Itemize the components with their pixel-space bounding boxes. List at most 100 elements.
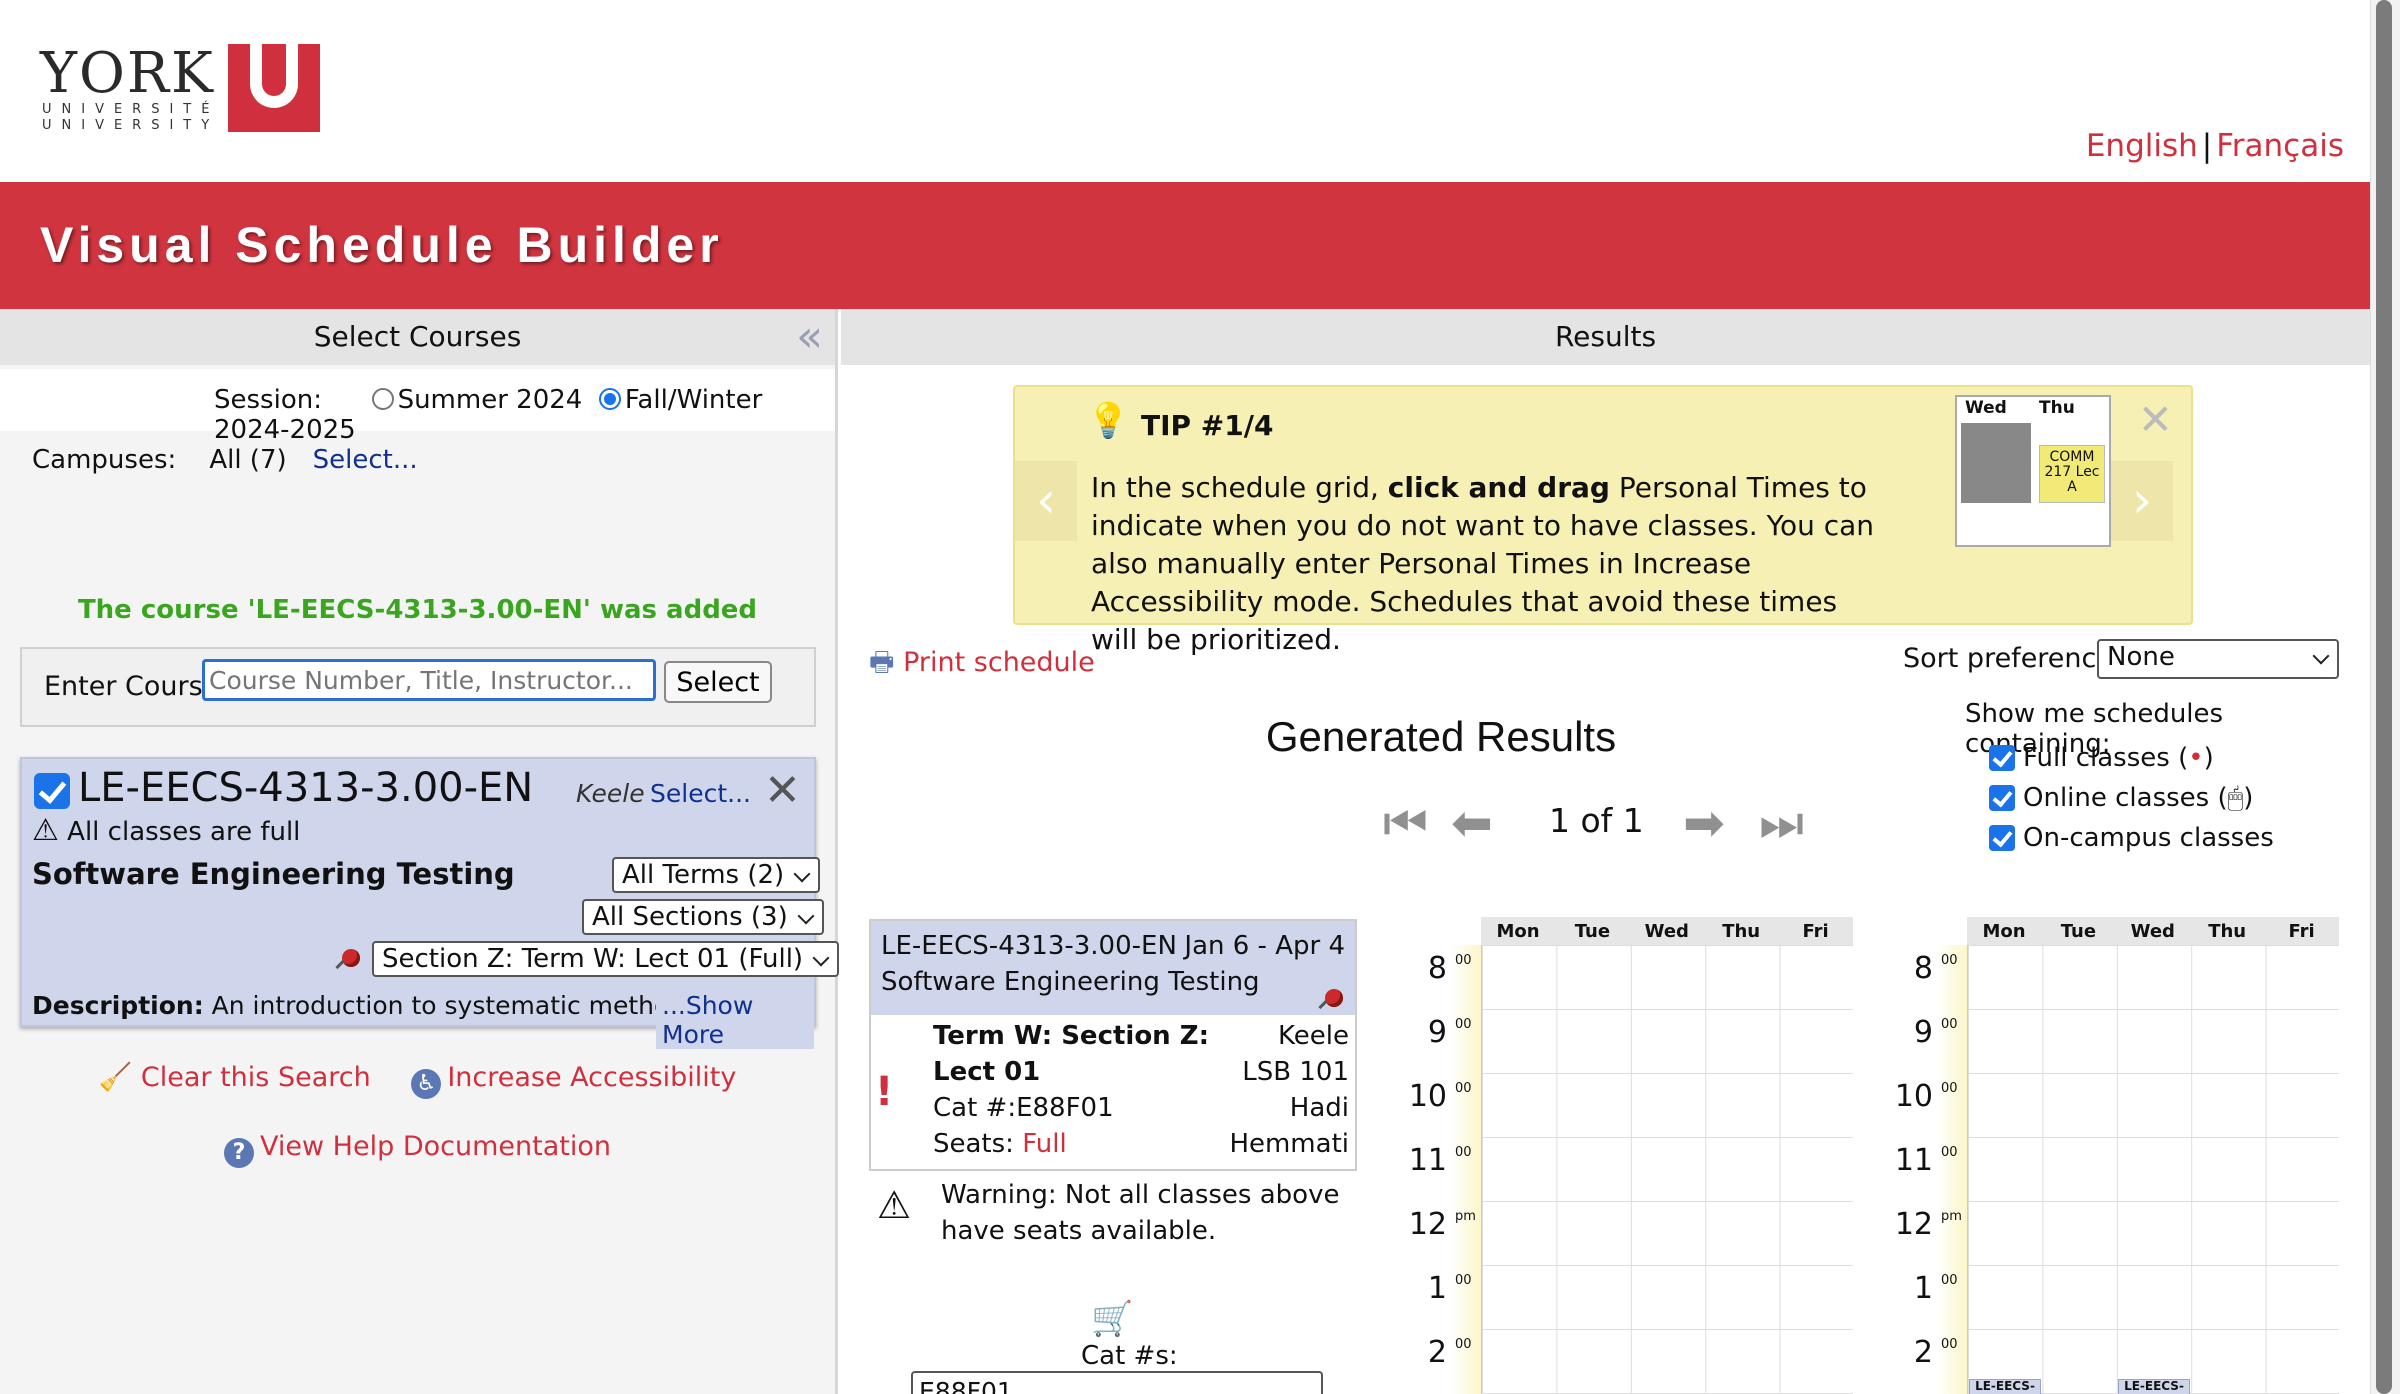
on-campus-checkbox[interactable]	[1989, 825, 2015, 851]
cat-numbers-label: Cat #s:	[1081, 1341, 1178, 1371]
grid-days-header: Mon Tue Wed Thu Fri	[1967, 917, 2339, 945]
prev-page-icon[interactable]: ⬅	[1451, 795, 1493, 851]
warning-icon: ⚠	[32, 813, 59, 848]
last-page-icon[interactable]: ⏭	[1759, 795, 1804, 851]
class-lect: Lect 01	[933, 1057, 1041, 1087]
campuses-label: Campuses:	[32, 445, 177, 475]
full-classes-filter[interactable]: Full classes (•)	[1989, 743, 2214, 773]
course-enabled-checkbox[interactable]	[34, 773, 70, 809]
tip-text: In the schedule grid, click and drag Per…	[1091, 471, 1875, 656]
tip-prev-button[interactable]: ‹	[1015, 461, 1077, 541]
print-schedule-link[interactable]: 🖶 Print schedule	[869, 643, 1095, 689]
summer-2024-label[interactable]: Summer 2024	[398, 385, 583, 415]
hour-label: 8 00	[1913, 951, 1958, 986]
grid-cells[interactable]	[1967, 945, 2339, 1394]
hour-label: 9 00	[1427, 1015, 1472, 1050]
schedule-grid-term-2[interactable]: Mon Tue Wed Thu Fri 8 00 9 00 10 00 11 00 12 pm 1 00 2 00…	[1887, 917, 2339, 1394]
york-logo[interactable]: YORK UNIVERSITÉ UNIVERSITY	[40, 44, 340, 134]
cat-numbers-field[interactable]: E88F01	[911, 1371, 1323, 1394]
terms-dropdown[interactable]: All Terms (2)	[612, 857, 821, 893]
hour-label: 8 00	[1427, 951, 1472, 986]
help-documentation-link[interactable]: ? View Help Documentation	[224, 1131, 611, 1168]
summer-2024-radio[interactable]	[371, 388, 394, 410]
collapse-panel-icon[interactable]: «	[796, 315, 823, 359]
lang-separator: |	[2201, 128, 2213, 164]
class-summary-header: LE-EECS-4313-3.00-EN Jan 6 - Apr 4 Softw…	[871, 921, 1355, 1015]
mouse-icon: 🖱	[2227, 783, 2244, 813]
title-banner: Visual Schedule Builder	[0, 182, 2370, 309]
class-summary: LE-EECS-4313-3.00-EN Jan 6 - Apr 4 Softw…	[869, 919, 1357, 1171]
select-courses-header: Select Courses «	[0, 309, 835, 365]
show-more-link[interactable]: ...Show More	[656, 991, 814, 1049]
tip-close-icon[interactable]: ✕	[2138, 395, 2173, 444]
on-campus-filter[interactable]: On-campus classes	[1989, 823, 2274, 853]
course-search-input[interactable]	[202, 659, 656, 701]
course-code: LE-EECS-4313-3.00-EN	[78, 765, 534, 811]
select-courses-title: Select Courses	[313, 320, 522, 353]
hour-label: 9 00	[1913, 1015, 1958, 1050]
sort-label: Sort preference:	[1903, 643, 2123, 674]
section-dropdown[interactable]: Section Z: Term W: Lect 01 (Full)	[372, 941, 840, 977]
grid-class-block[interactable]: LE-EECS-4313	[2118, 1379, 2190, 1394]
tip-box: ‹ 💡 TIP #1/4 In the schedule grid, click…	[1013, 385, 2193, 656]
next-page-icon[interactable]: ➡	[1683, 795, 1725, 851]
full-classes-checkbox[interactable]	[1989, 745, 2015, 771]
hour-label: 11 00	[1894, 1143, 1958, 1178]
page-count: 1 of 1	[1549, 801, 1644, 840]
online-classes-filter[interactable]: Online classes (🖱)	[1989, 783, 2253, 814]
clear-search-link[interactable]: 🧹 Clear this Search	[99, 1062, 371, 1093]
course-title: Software Engineering Testing	[32, 857, 515, 891]
hour-label: 12 pm	[1408, 1207, 1476, 1242]
select-courses-panel: Select Courses « Session: Summer 2024 Fa…	[0, 309, 840, 1394]
hour-label: 1 00	[1913, 1271, 1958, 1306]
full-dot-icon: •	[2188, 743, 2204, 773]
hour-label: 10 00	[1894, 1079, 1958, 1114]
tip-next-button[interactable]: ›	[2111, 461, 2173, 541]
day-wed: Wed	[2130, 921, 2175, 942]
scrollbar-thumb[interactable]	[2376, 0, 2392, 1394]
online-classes-checkbox[interactable]	[1989, 785, 2015, 811]
increase-accessibility-link[interactable]: ♿ Increase Accessibility	[411, 1062, 736, 1099]
search-actions: 🧹 Clear this Search ♿ Increase Accessibil…	[0, 1061, 835, 1099]
logo-york-text: YORK	[40, 41, 215, 106]
app-title: Visual Schedule Builder	[40, 217, 724, 273]
sections-dropdown[interactable]: All Sections (3)	[582, 899, 824, 935]
results-header: Results	[841, 309, 2370, 365]
seat-warning-text: Warning: Not all classes above have seat…	[941, 1180, 1340, 1246]
tip-img-personal-time	[1961, 423, 2031, 503]
remove-course-icon[interactable]: ✕	[764, 765, 801, 816]
course-card: LE-EECS-4313-3.00-EN Keele Select... ✕ ⚠…	[20, 757, 840, 1049]
first-page-icon[interactable]: ⏮	[1383, 795, 1428, 851]
francais-link[interactable]: Français	[2216, 128, 2344, 164]
day-wed: Wed	[1644, 921, 1689, 942]
accessibility-icon: ♿	[411, 1069, 442, 1099]
fall-winter-radio[interactable]	[598, 388, 621, 410]
course-full-warning: ⚠ All classes are full	[32, 813, 300, 848]
broom-icon: 🧹	[98, 1062, 133, 1093]
enter-course-label: Enter Course	[44, 671, 220, 702]
class-pin-icon[interactable]	[1325, 989, 1343, 1007]
hour-label: 2 00	[1913, 1335, 1958, 1370]
campuses-row: Campuses: All (7) Select...	[32, 445, 418, 475]
class-campus: Keele	[1278, 1021, 1349, 1051]
sort-dropdown[interactable]: None	[2097, 639, 2339, 679]
logo-university-text: UNIVERSITY	[42, 118, 220, 133]
campuses-select-link[interactable]: Select...	[313, 445, 418, 475]
grid-cells[interactable]	[1481, 945, 1853, 1394]
grid-times: 8 00 9 00 10 00 11 00 12 pm 1 00 2 00	[1887, 945, 1967, 1394]
cart-icon[interactable]: 🛒	[1091, 1299, 1133, 1339]
logo-u-mark	[228, 44, 320, 132]
english-link[interactable]: English	[2086, 128, 2198, 164]
grid-class-block[interactable]: LE-EECS-4313	[1969, 1379, 2041, 1394]
pin-icon[interactable]	[342, 949, 360, 967]
class-seats: Seats: Full	[933, 1129, 1067, 1159]
help-icon: ?	[224, 1138, 255, 1168]
select-course-button[interactable]: Select	[664, 661, 772, 703]
tip-img-thu: Thu	[2039, 398, 2075, 418]
day-tue: Tue	[2060, 921, 2097, 942]
schedule-grid-term-1[interactable]: Mon Tue Wed Thu Fri 8 00 9 00 10 00 11 00 12 pm 1 00 2 00	[1401, 917, 1853, 1394]
description-text: An introduction to systematic methods of	[211, 991, 731, 1020]
day-mon: Mon	[1982, 921, 2026, 942]
session-row: Session: Summer 2024 Fall/Winter 2024-20…	[0, 369, 835, 445]
course-campus-select-link[interactable]: Select...	[650, 779, 751, 808]
